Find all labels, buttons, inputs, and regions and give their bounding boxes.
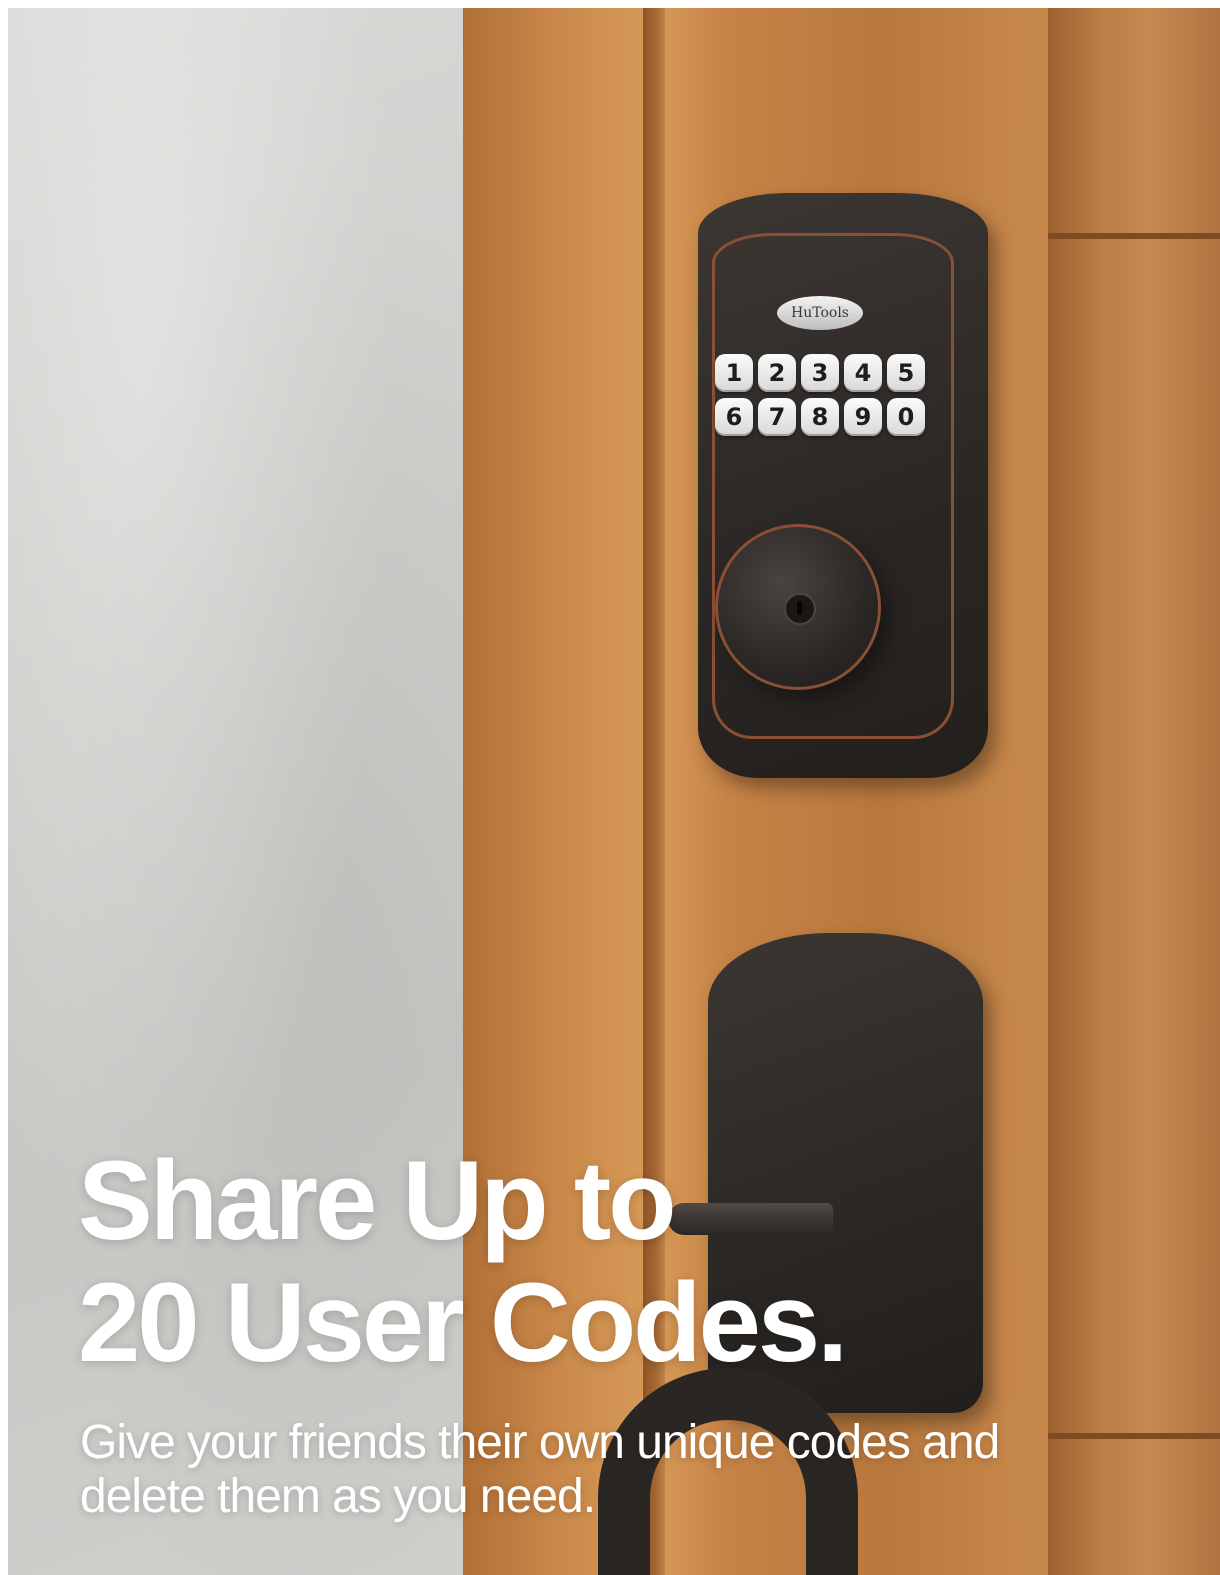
deadbolt-cylinder xyxy=(715,524,881,690)
keypad-key: 8 xyxy=(801,398,839,436)
keypad-key: 0 xyxy=(887,398,925,436)
keypad-key: 3 xyxy=(801,354,839,392)
brand-logo-badge: HuTools xyxy=(777,296,863,330)
keypad-deadbolt-lock: HuTools 1 2 3 4 5 6 7 8 9 0 xyxy=(698,193,988,778)
lock-trim: HuTools 1 2 3 4 5 6 7 8 9 0 xyxy=(712,233,954,739)
keypad-key: 4 xyxy=(844,354,882,392)
headline: Share Up to 20 User Codes. xyxy=(78,1138,848,1385)
keypad-key: 5 xyxy=(887,354,925,392)
keypad-key: 6 xyxy=(715,398,753,436)
subheadline-line-1: Give your friends their own unique codes… xyxy=(80,1416,1000,1469)
subheadline-line-2: delete them as you need. xyxy=(80,1470,596,1523)
keypad: 1 2 3 4 5 6 7 8 9 0 xyxy=(715,354,939,436)
keyhole-icon xyxy=(784,593,816,625)
keypad-key: 2 xyxy=(758,354,796,392)
headline-line-1: Share Up to xyxy=(78,1138,677,1263)
headline-line-2: 20 User Codes. xyxy=(78,1260,848,1385)
door-side-panel xyxy=(1048,8,1220,1575)
product-image-canvas: HuTools 1 2 3 4 5 6 7 8 9 0 Share Up to … xyxy=(0,0,1220,1575)
keypad-key: 7 xyxy=(758,398,796,436)
keypad-key: 1 xyxy=(715,354,753,392)
subheadline: Give your friends their own unique codes… xyxy=(80,1416,1080,1524)
panel-seam xyxy=(1048,233,1220,239)
keypad-key: 9 xyxy=(844,398,882,436)
product-photo: HuTools 1 2 3 4 5 6 7 8 9 0 Share Up to … xyxy=(8,8,1220,1575)
